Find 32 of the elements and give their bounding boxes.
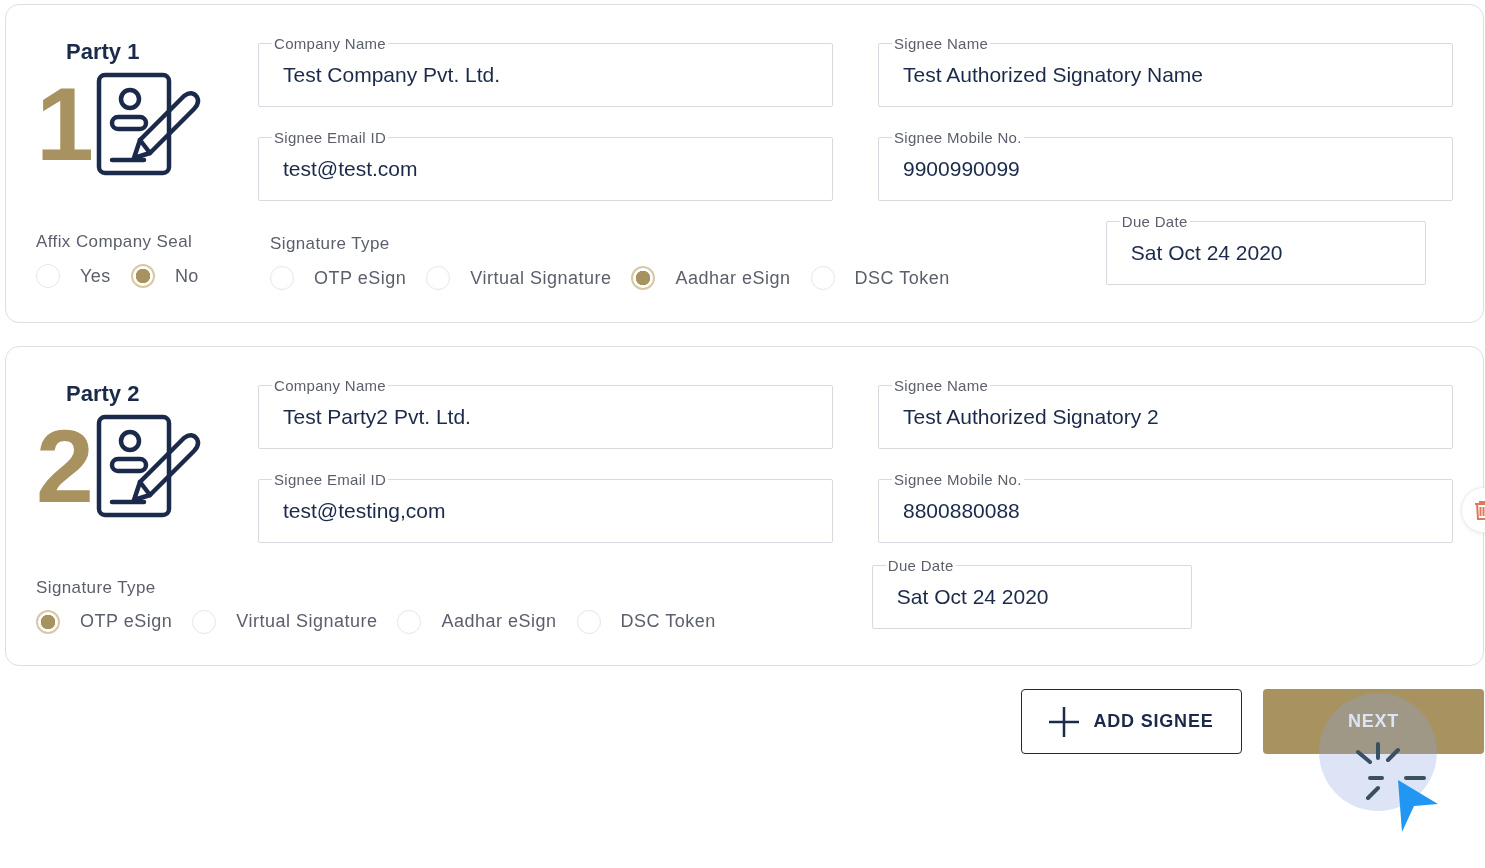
group-label: Signature Type bbox=[36, 576, 156, 599]
trash-icon bbox=[1474, 499, 1485, 520]
option-label: Aadhar eSign bbox=[441, 610, 557, 633]
party-title: Party 1 bbox=[66, 38, 140, 66]
option-label: Virtual Signature bbox=[470, 266, 612, 290]
option-label: DSC Token bbox=[620, 610, 716, 633]
party-title: Party 2 bbox=[66, 379, 140, 408]
option-label: Aadhar eSign bbox=[675, 266, 791, 290]
radio-button[interactable] bbox=[631, 266, 656, 290]
add-signee-button[interactable]: ADD SIGNEE bbox=[1021, 689, 1242, 754]
option-label: OTP eSign bbox=[314, 266, 407, 290]
signing-document-icon bbox=[95, 413, 202, 518]
radio-button[interactable] bbox=[192, 609, 217, 634]
radio-button[interactable] bbox=[397, 609, 422, 634]
radio-button[interactable] bbox=[810, 266, 835, 290]
party-number: 2 bbox=[36, 413, 94, 518]
radio-button[interactable] bbox=[36, 264, 60, 288]
radio-button[interactable] bbox=[36, 609, 60, 634]
plus-icon bbox=[1049, 706, 1080, 737]
option-label: Yes bbox=[80, 264, 111, 288]
option-label: No bbox=[174, 264, 199, 288]
group-label: Affix Company Seal bbox=[36, 231, 193, 253]
party-number: 1 bbox=[36, 72, 94, 176]
group-label: Signature Type bbox=[270, 233, 390, 255]
signing-document-icon bbox=[95, 72, 202, 176]
option-label: DSC Token bbox=[854, 266, 950, 290]
radio-button[interactable] bbox=[130, 264, 155, 288]
option-label: Virtual Signature bbox=[236, 610, 378, 633]
option-label: OTP eSign bbox=[80, 610, 173, 633]
radio-button[interactable] bbox=[576, 609, 601, 634]
radio-button[interactable] bbox=[426, 266, 451, 290]
radio-button[interactable] bbox=[270, 266, 294, 290]
